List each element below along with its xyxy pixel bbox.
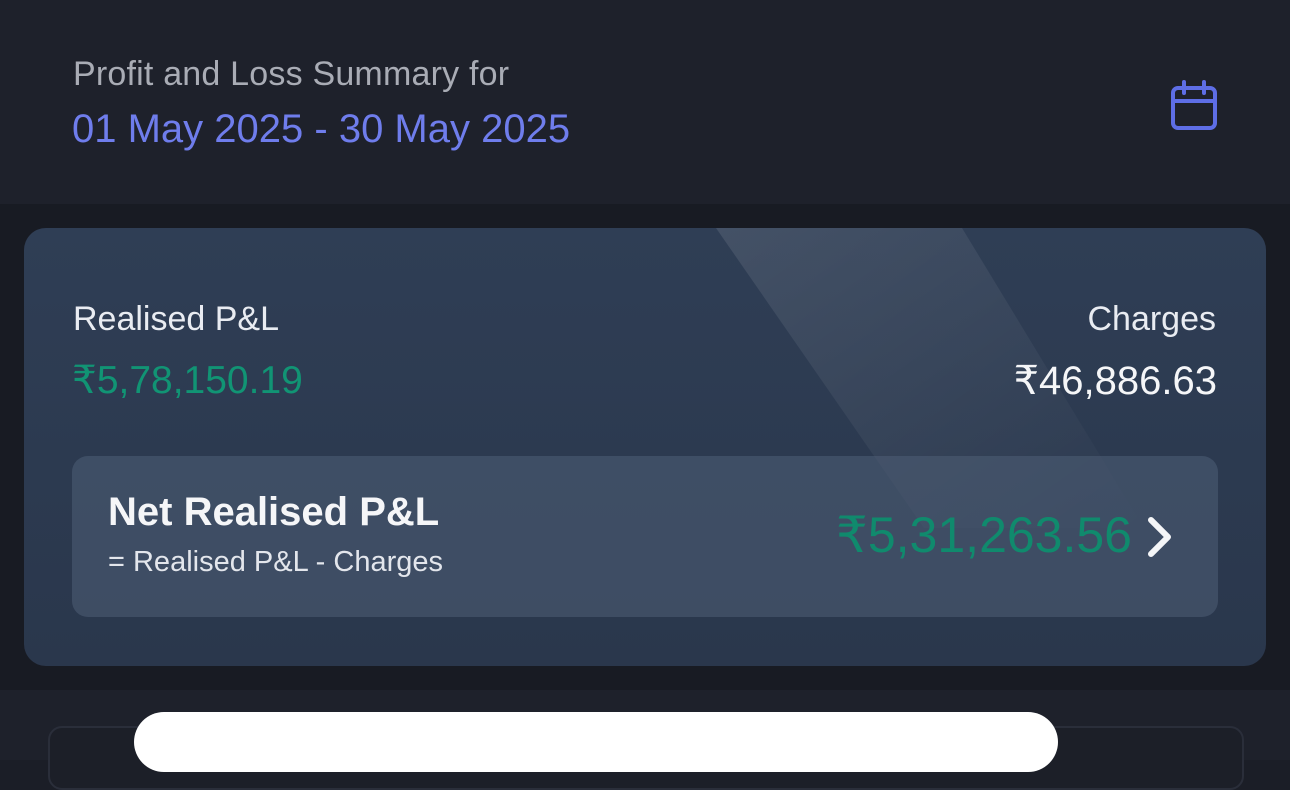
- realised-pl-label: Realised P&L: [73, 300, 280, 338]
- calendar-icon: [1171, 80, 1217, 130]
- net-realised-pl-title: Net Realised P&L: [108, 490, 440, 534]
- net-realised-pl-value: ₹5,31,263.56: [836, 507, 1132, 563]
- segmented-control[interactable]: [134, 712, 1058, 772]
- lower-panel: [0, 690, 1290, 790]
- chevron-right-icon[interactable]: [1142, 514, 1176, 560]
- charges-label: Charges: [1087, 300, 1216, 338]
- realised-pl-value: ₹5,78,150.19: [72, 359, 303, 402]
- summary-header: Profit and Loss Summary for 01 May 2025 …: [0, 0, 1290, 204]
- calendar-button[interactable]: [1164, 76, 1224, 136]
- pl-summary-card: Realised P&L ₹5,78,150.19 Charges ₹46,88…: [24, 228, 1266, 666]
- summary-label: Profit and Loss Summary for: [73, 55, 510, 93]
- date-range[interactable]: 01 May 2025 - 30 May 2025: [72, 107, 570, 152]
- charges-value: ₹46,886.63: [1013, 359, 1217, 403]
- net-realised-pl-row[interactable]: Net Realised P&L = Realised P&L - Charge…: [72, 456, 1218, 617]
- net-realised-pl-formula: = Realised P&L - Charges: [108, 546, 444, 578]
